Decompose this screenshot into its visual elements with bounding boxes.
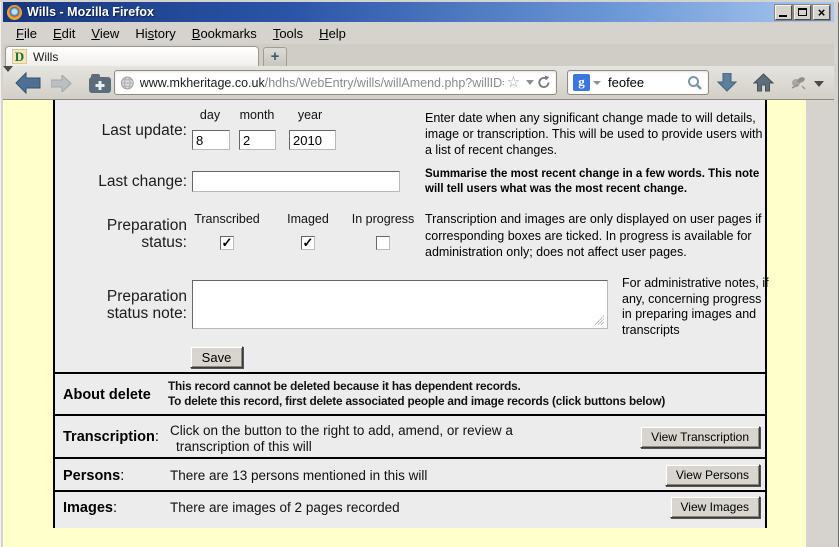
url-dropdown-icon[interactable]: [526, 80, 534, 85]
toolbar-overflow-icon[interactable]: [814, 81, 824, 87]
in-progress-checkbox[interactable]: [376, 236, 390, 250]
save-button[interactable]: Save: [190, 346, 243, 368]
close-button[interactable]: ×: [813, 5, 830, 20]
year-label: year: [283, 108, 337, 122]
prep-note-label: Preparationstatus note:: [75, 288, 187, 322]
transcription-text: Click on the button to the right to add,…: [170, 423, 513, 455]
images-title: Images:: [63, 500, 117, 516]
day-input[interactable]: [192, 130, 230, 150]
persons-title: Persons:: [63, 468, 124, 484]
images-section: Images: There are images of 2 pages reco…: [55, 492, 765, 523]
persons-text: There are 13 persons mentioned in this w…: [170, 468, 427, 484]
window-title: Wills - Mozilla Firefox: [27, 5, 773, 19]
globe-icon: [120, 75, 135, 91]
resize-grip-icon[interactable]: [594, 315, 604, 325]
prep-note-textarea[interactable]: [192, 280, 608, 329]
images-text: There are images of 2 pages recorded: [170, 500, 400, 516]
minimize-button[interactable]: [775, 5, 792, 20]
window-border-right: [834, 0, 839, 547]
day-label: day: [188, 108, 232, 122]
url-text[interactable]: www.mkheritage.co.uk/hdhs/WebEntry/wills…: [140, 76, 504, 90]
reload-icon[interactable]: [537, 75, 551, 90]
back-button[interactable]: [14, 71, 42, 95]
last-update-help: Enter date when any significant change m…: [425, 110, 770, 158]
page-content: Last update: day month year Enter date w…: [3, 100, 806, 547]
tab-label: Wills: [33, 50, 58, 64]
firefox-icon: [7, 5, 22, 20]
url-bar[interactable]: www.mkheritage.co.uk/hdhs/WebEntry/wills…: [114, 70, 557, 95]
prep-status-label: Preparationstatus:: [75, 217, 187, 251]
month-input[interactable]: [239, 130, 276, 150]
menu-edit[interactable]: Edit: [45, 24, 83, 43]
transcription-section: Transcription: Click on the button to th…: [55, 416, 765, 459]
about-delete-text: This record cannot be deleted because it…: [168, 379, 665, 409]
maximize-button[interactable]: [794, 5, 811, 20]
menu-view[interactable]: View: [83, 24, 127, 43]
title-bar: Wills - Mozilla Firefox ×: [3, 2, 834, 22]
site-favicon-icon: D: [12, 49, 27, 64]
url-path: /hdhs/WebEntry/wills/willAmend.php?willI…: [265, 76, 504, 90]
record-sections: About delete This record cannot be delet…: [55, 372, 765, 523]
transcribed-label: Transcribed: [190, 212, 264, 226]
view-persons-button[interactable]: View Persons: [665, 464, 760, 486]
view-images-button[interactable]: View Images: [670, 496, 760, 518]
prep-note-help: For administrative notes, if any, concer…: [622, 276, 772, 338]
tab-bar: D Wills +: [3, 44, 834, 66]
tab-wills[interactable]: D Wills: [5, 46, 259, 66]
forward-button[interactable]: [51, 75, 72, 92]
navigation-toolbar: www.mkheritage.co.uk/hdhs/WebEntry/wills…: [3, 66, 834, 100]
form-panel: Last update: day month year Enter date w…: [53, 100, 767, 528]
menu-bar: File Edit View History Bookmarks Tools H…: [3, 22, 834, 44]
about-delete-section: About delete This record cannot be delet…: [55, 374, 765, 416]
search-input[interactable]: feofee: [608, 75, 687, 90]
home-button[interactable]: [753, 73, 774, 92]
prep-status-help: Transcription and images are only displa…: [425, 211, 770, 261]
month-label: month: [235, 108, 279, 122]
transcription-title: Transcription:: [63, 429, 159, 445]
last-change-label: Last change:: [75, 173, 187, 190]
menu-file[interactable]: File: [8, 24, 45, 43]
year-input[interactable]: [289, 130, 336, 150]
persons-section: Persons: There are 13 persons mentioned …: [55, 459, 765, 492]
transcribed-checkbox[interactable]: [220, 236, 234, 250]
last-update-label: Last update:: [75, 122, 187, 139]
menu-help[interactable]: Help: [311, 24, 354, 43]
add-page-icon[interactable]: [88, 73, 112, 94]
maximize-icon: [798, 8, 807, 16]
url-domain: www.mkheritage.co.uk: [140, 76, 265, 90]
minimize-icon: [779, 15, 787, 17]
google-logo-icon[interactable]: g: [573, 74, 590, 91]
in-progress-label: In progress: [349, 212, 417, 226]
last-change-input[interactable]: [192, 171, 400, 192]
search-magnifier-icon[interactable]: [687, 75, 703, 91]
menu-tools[interactable]: Tools: [265, 24, 311, 43]
view-transcription-button[interactable]: View Transcription: [640, 426, 760, 448]
window-border-top: [0, 0, 839, 2]
close-icon: ×: [818, 6, 826, 19]
imaged-label: Imaged: [277, 212, 339, 226]
new-tab-button[interactable]: +: [263, 47, 287, 66]
extension-icon[interactable]: [789, 74, 807, 91]
downloads-button[interactable]: [717, 73, 737, 92]
search-box[interactable]: g feofee: [567, 70, 709, 95]
bookmark-star-icon[interactable]: ☆: [507, 75, 520, 90]
window-border-left: [0, 0, 3, 547]
imaged-checkbox[interactable]: [301, 236, 315, 250]
menu-bookmarks[interactable]: Bookmarks: [184, 24, 265, 43]
search-engine-dropdown-icon[interactable]: [593, 81, 601, 85]
last-change-help: Summarise the most recent change in a fe…: [425, 167, 770, 197]
about-delete-title: About delete: [63, 387, 151, 403]
menu-history[interactable]: History: [127, 24, 183, 43]
